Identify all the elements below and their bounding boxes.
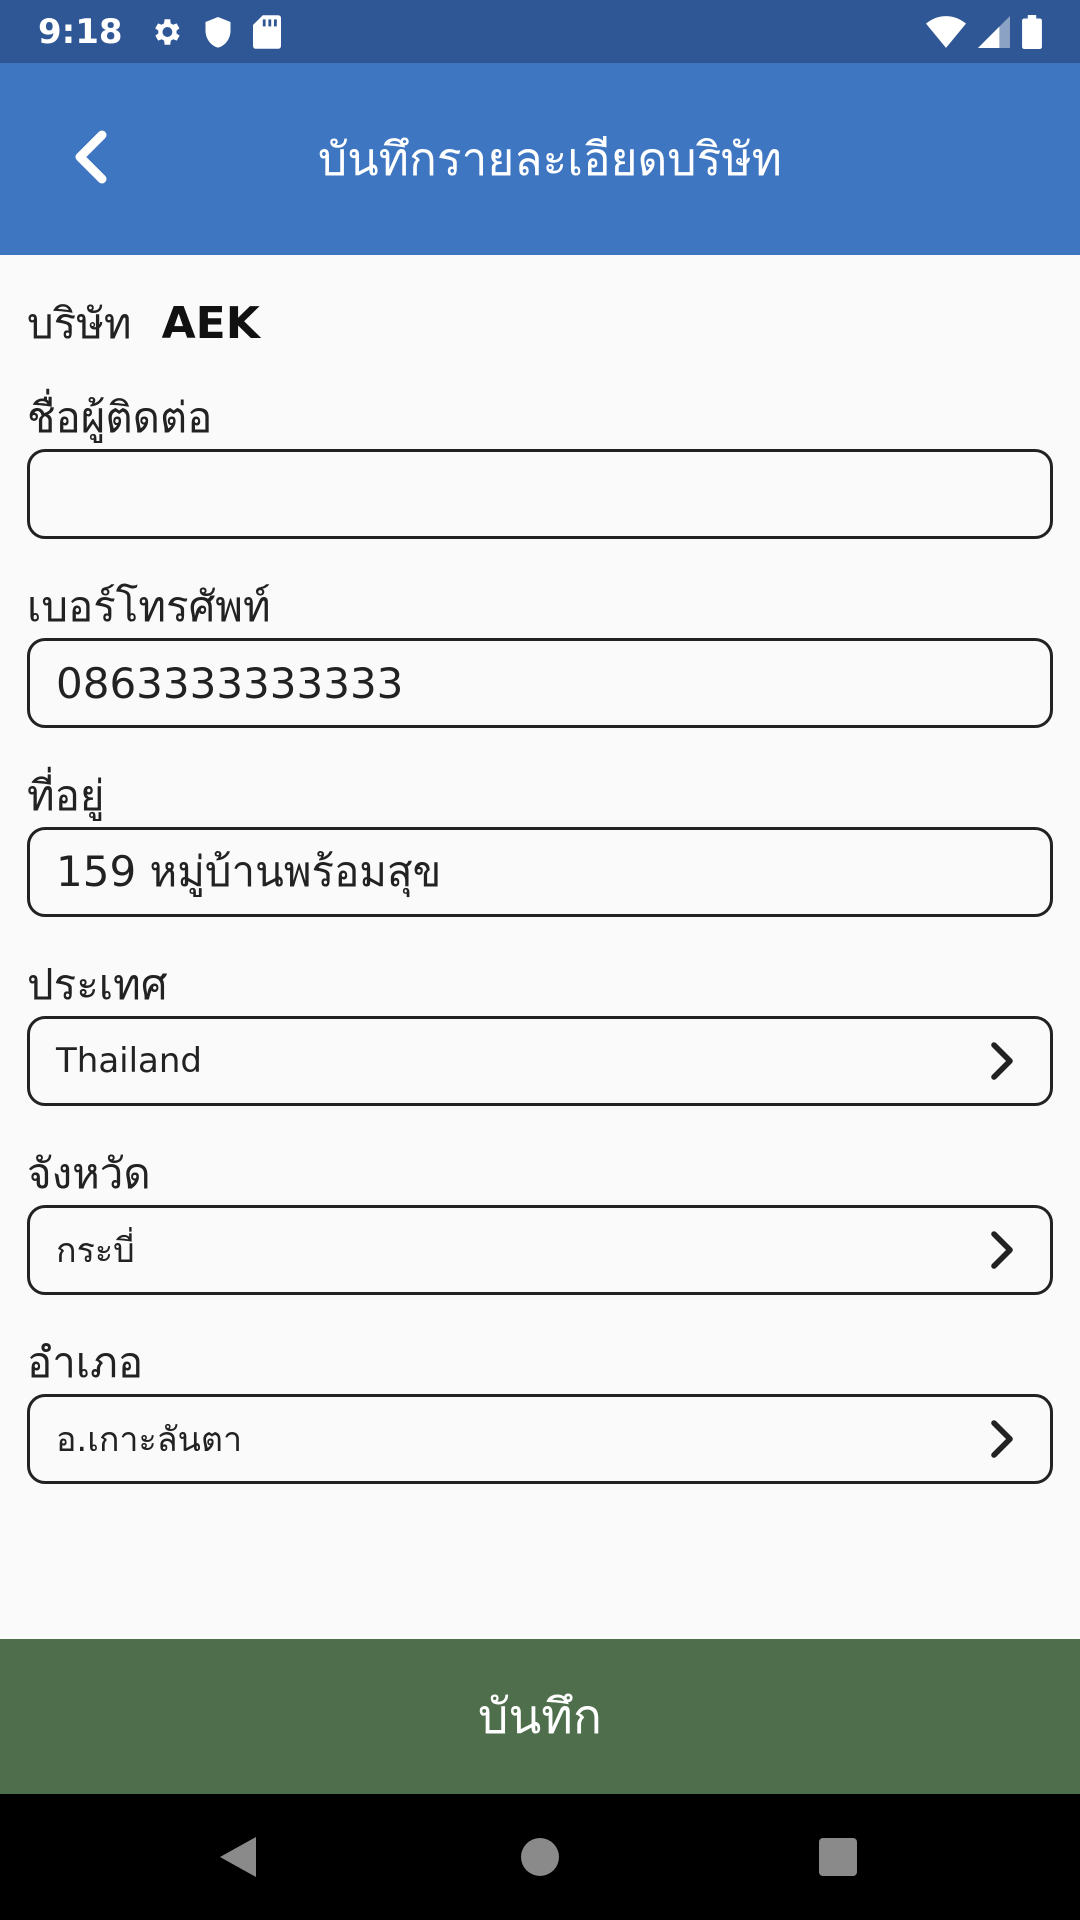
back-button[interactable] [50, 119, 130, 199]
square-recents-icon [818, 1837, 858, 1881]
company-name: AEK [161, 298, 260, 349]
status-time: 9:18 [38, 11, 123, 52]
district-label: อำเภอ [27, 1338, 144, 1387]
status-right-icons [926, 14, 1042, 49]
company-row: บริษัท AEK [27, 291, 260, 357]
address-label: ที่อยู่ [27, 771, 105, 820]
page-title: บันทึกรายละเอียดบริษัท [318, 131, 782, 186]
app-bar: บันทึกรายละเอียดบริษัท [0, 63, 1080, 255]
sd-card-icon [252, 14, 281, 49]
status-bar: 9:18 [0, 0, 1080, 63]
wifi-icon [926, 15, 966, 48]
district-value: อ.เกาะลันตา [56, 1420, 243, 1460]
company-label: บริษัท [27, 299, 132, 348]
battery-icon [1022, 14, 1042, 49]
nav-back-button[interactable] [208, 1829, 268, 1889]
nav-recents-button[interactable] [808, 1829, 868, 1889]
contact-name-input[interactable] [27, 449, 1053, 539]
navigation-bar [0, 1794, 1080, 1920]
province-label: จังหวัด [27, 1149, 151, 1198]
country-label: ประเทศ [27, 960, 168, 1009]
save-button[interactable]: บันทึก [0, 1639, 1080, 1794]
gear-icon [149, 15, 183, 49]
chevron-left-icon [68, 129, 112, 189]
country-select[interactable]: Thailand [27, 1016, 1053, 1106]
province-select[interactable]: กระบี่ [27, 1205, 1053, 1295]
province-value: กระบี่ [56, 1231, 135, 1271]
phone-input[interactable]: 0863333333333 [27, 638, 1053, 728]
circle-home-icon [520, 1837, 560, 1881]
address-input[interactable]: 159 หมู่บ้านพร้อมสุข [27, 827, 1053, 917]
chevron-right-icon [988, 1041, 1016, 1081]
screen: 9:18 บันทึกรายละเอียดบริษัท บริษัท AEK ช… [0, 0, 1080, 1920]
district-select[interactable]: อ.เกาะลันตา [27, 1394, 1053, 1484]
status-left-icons [149, 14, 281, 49]
triangle-back-icon [216, 1833, 260, 1885]
cell-signal-icon [978, 15, 1010, 48]
chevron-right-icon [988, 1230, 1016, 1270]
nav-home-button[interactable] [510, 1829, 570, 1889]
shield-icon [203, 15, 233, 49]
contact-name-label: ชื่อผู้ติดต่อ [27, 393, 213, 442]
country-value: Thailand [56, 1041, 203, 1081]
phone-label: เบอร์โทรศัพท์ [27, 582, 271, 631]
address-value: 159 หมู่บ้านพร้อมสุข [56, 847, 442, 896]
chevron-right-icon [988, 1419, 1016, 1459]
phone-value: 0863333333333 [56, 658, 404, 708]
